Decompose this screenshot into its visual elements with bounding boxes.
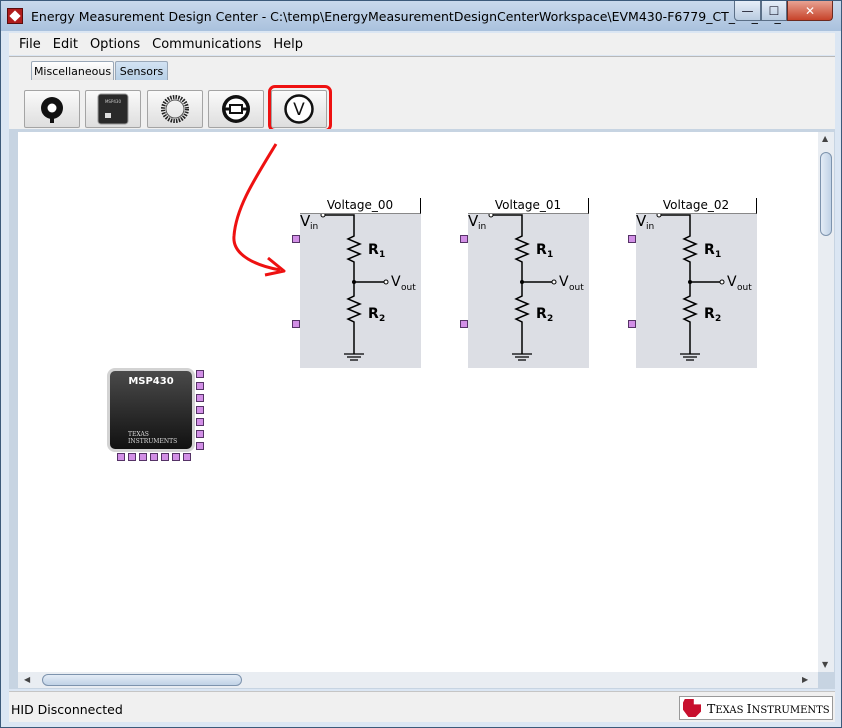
- rogowski-coil-button[interactable]: [147, 90, 203, 128]
- r2-label: R: [368, 306, 379, 322]
- voltage-block-title: Voltage_02: [636, 198, 757, 214]
- mcu-port[interactable]: [183, 453, 191, 461]
- vout-subscript: out: [401, 283, 416, 293]
- title-bar[interactable]: Energy Measurement Design Center - C:\te…: [1, 1, 841, 31]
- window-title: Energy Measurement Design Center - C:\te…: [31, 9, 813, 24]
- connection-status: HID Disconnected: [11, 702, 123, 717]
- menu-file[interactable]: File: [19, 37, 41, 52]
- mcu-port[interactable]: [172, 453, 180, 461]
- mcu-port[interactable]: [196, 430, 204, 438]
- maximize-button[interactable]: ☐: [761, 1, 787, 21]
- r2-label: R: [536, 306, 547, 322]
- voltage-block[interactable]: Voltage_00 V in V out R 1 R 2: [300, 198, 421, 368]
- r2-label: R: [704, 306, 715, 322]
- vout-label: V: [391, 274, 401, 290]
- r1-label: R: [536, 242, 547, 258]
- mcu-port[interactable]: [196, 406, 204, 414]
- r2-subscript: 2: [547, 314, 553, 324]
- input-port[interactable]: [292, 320, 300, 328]
- chip-vendor-line1: TEXAS: [128, 431, 149, 438]
- r1-label: R: [368, 242, 379, 258]
- texas-instruments-logo: TEXAS INSTRUMENTS: [679, 696, 833, 720]
- scroll-left-icon[interactable]: ◀: [24, 675, 30, 684]
- msp430-chip: MSP430 TEXAS INSTRUMENTS: [107, 368, 195, 452]
- vout-subscript: out: [569, 283, 584, 293]
- current-transformer-icon: [41, 97, 63, 123]
- r1-subscript: 1: [379, 250, 385, 260]
- r2-subscript: 2: [715, 314, 721, 324]
- input-port[interactable]: [628, 235, 636, 243]
- shunt-resistor-button[interactable]: [208, 90, 264, 128]
- ti-logo-icon: [683, 699, 701, 717]
- design-canvas[interactable]: Voltage_00 V in V out R 1 R 2 Voltage_01…: [18, 132, 818, 672]
- mcu-port[interactable]: [196, 442, 204, 450]
- vin-subscript: in: [478, 222, 486, 232]
- mcu-port[interactable]: [196, 394, 204, 402]
- input-port[interactable]: [460, 235, 468, 243]
- msp430-block[interactable]: MSP430 TEXAS INSTRUMENTS: [107, 368, 205, 462]
- r1-subscript: 1: [715, 250, 721, 260]
- mcu-port[interactable]: [196, 370, 204, 378]
- close-button[interactable]: ✕: [787, 1, 833, 21]
- vertical-scrollbar[interactable]: ▲ ▼: [818, 132, 834, 672]
- horizontal-scrollbar[interactable]: ◀ ▶: [18, 672, 818, 688]
- input-port[interactable]: [628, 320, 636, 328]
- menu-communications[interactable]: Communications: [152, 37, 261, 52]
- mcu-port[interactable]: [128, 453, 136, 461]
- r1-subscript: 1: [547, 250, 553, 260]
- rogowski-coil-icon: [161, 95, 189, 123]
- voltage-divider-schematic: V in V out R 1 R 2: [468, 214, 584, 361]
- app-icon[interactable]: [7, 8, 23, 24]
- msp430-icon-text: MSP430: [105, 99, 121, 104]
- vertical-scroll-thumb[interactable]: [820, 152, 832, 236]
- voltage-block[interactable]: Voltage_01 V in V out R 1 R 2: [468, 198, 589, 368]
- mcu-port[interactable]: [139, 453, 147, 461]
- horizontal-scroll-thumb[interactable]: [42, 674, 242, 686]
- r1-label: R: [704, 242, 715, 258]
- mcu-port[interactable]: [196, 418, 204, 426]
- mcu-port[interactable]: [161, 453, 169, 461]
- input-port[interactable]: [292, 235, 300, 243]
- app-window: Energy Measurement Design Center - C:\te…: [0, 0, 842, 728]
- chip-vendor: TEXAS INSTRUMENTS: [128, 431, 177, 445]
- scroll-down-icon[interactable]: ▼: [822, 660, 828, 669]
- vin-subscript: in: [310, 222, 318, 232]
- shunt-resistor-icon: [222, 95, 250, 123]
- msp430-label: MSP430: [128, 376, 174, 387]
- menu-help[interactable]: Help: [273, 37, 303, 52]
- tab-miscellaneous[interactable]: Miscellaneous: [31, 61, 114, 80]
- voltage-block-title: Voltage_01: [468, 198, 589, 214]
- current-transformer-button[interactable]: [24, 90, 80, 128]
- tab-sensors[interactable]: Sensors: [115, 61, 168, 80]
- voltage-block[interactable]: Voltage_02 V in V out R 1 R 2: [636, 198, 757, 368]
- msp430-button[interactable]: MSP430: [85, 90, 141, 128]
- msp430-chip-icon: MSP430: [97, 93, 129, 125]
- vout-subscript: out: [737, 283, 752, 293]
- scroll-right-icon[interactable]: ▶: [802, 675, 808, 684]
- chip-vendor-line2: INSTRUMENTS: [128, 438, 178, 445]
- menu-edit[interactable]: Edit: [53, 37, 78, 52]
- voltage-divider-schematic: V in V out R 1 R 2: [636, 214, 752, 361]
- canvas-frame: Voltage_00 V in V out R 1 R 2 Voltage_01…: [9, 129, 835, 689]
- ti-logo-text: TEXAS INSTRUMENTS: [707, 700, 830, 716]
- mcu-port[interactable]: [196, 382, 204, 390]
- voltage-block-title: Voltage_00: [300, 198, 421, 214]
- menu-bar: File Edit Options Communications Help: [9, 33, 835, 55]
- scroll-up-icon[interactable]: ▲: [822, 134, 828, 143]
- status-bar: HID Disconnected TEXAS INSTRUMENTS: [9, 691, 835, 722]
- vout-label: V: [559, 274, 569, 290]
- voltage-divider-schematic: V in V out R 1 R 2: [300, 214, 416, 361]
- input-port[interactable]: [460, 320, 468, 328]
- vout-label: V: [727, 274, 737, 290]
- mcu-port[interactable]: [150, 453, 158, 461]
- mcu-port[interactable]: [117, 453, 125, 461]
- highlight-box: [268, 85, 332, 132]
- menu-options[interactable]: Options: [90, 37, 140, 52]
- r2-subscript: 2: [379, 314, 385, 324]
- minimize-button[interactable]: —: [734, 1, 761, 21]
- vin-subscript: in: [646, 222, 654, 232]
- palette-panel: Miscellaneous Sensors MSP430 V: [9, 56, 835, 130]
